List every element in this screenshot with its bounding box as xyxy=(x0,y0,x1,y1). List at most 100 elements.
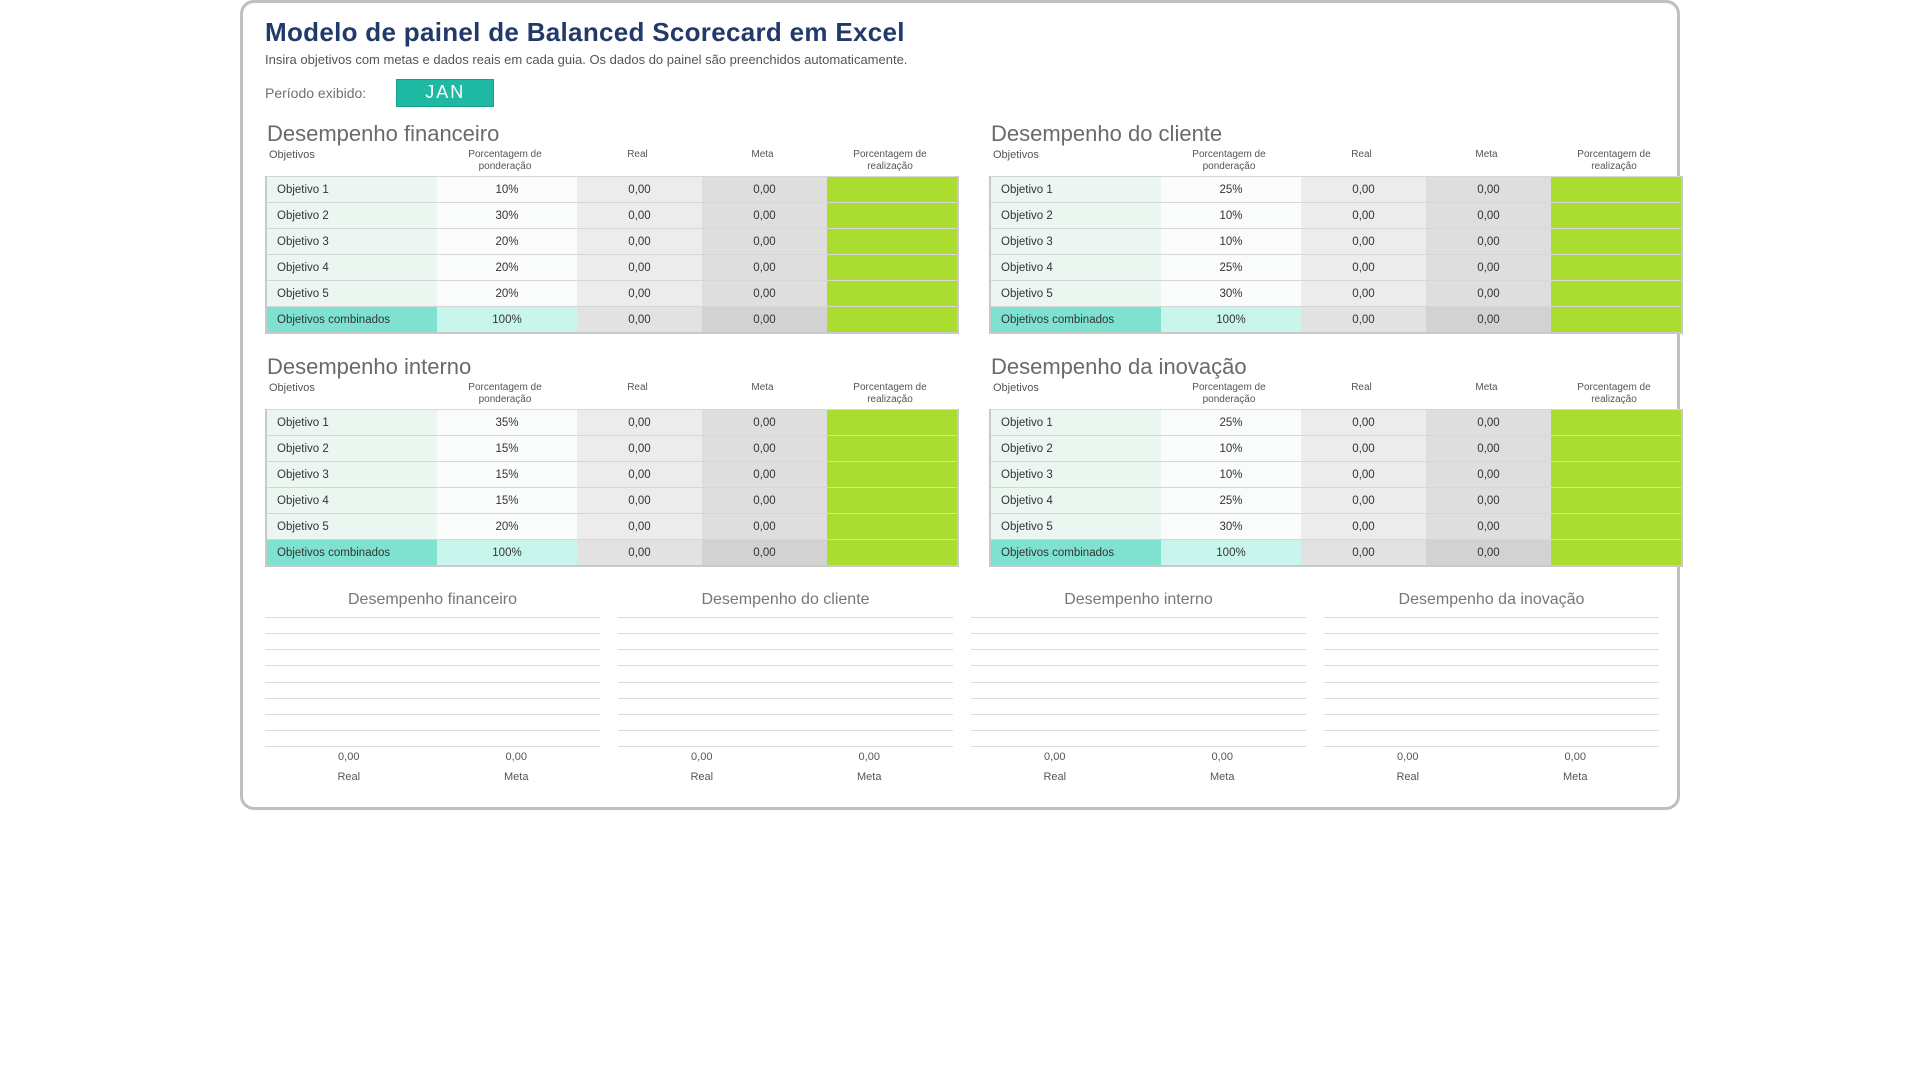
cell-meta[interactable]: 0,00 xyxy=(1426,280,1551,306)
cell-real[interactable]: 0,00 xyxy=(1301,435,1426,461)
cell-ponderacao[interactable]: 15% xyxy=(437,487,577,513)
col-objetivos: Objetivos xyxy=(265,147,435,174)
dashboard-page: Modelo de painel de Balanced Scorecard e… xyxy=(240,0,1680,810)
cell-real[interactable]: 0,00 xyxy=(1301,202,1426,228)
cell-meta[interactable]: 0,00 xyxy=(702,254,827,280)
cell-objetivo[interactable]: Objetivo 1 xyxy=(991,176,1161,202)
cell-objetivo[interactable]: Objetivo 4 xyxy=(991,487,1161,513)
col-realizacao: Porcentagem de realização xyxy=(1549,147,1679,174)
cell-real[interactable]: 0,00 xyxy=(1301,228,1426,254)
cell-meta[interactable]: 0,00 xyxy=(1426,254,1551,280)
cell-ponderacao[interactable]: 25% xyxy=(1161,176,1301,202)
cell-meta[interactable]: 0,00 xyxy=(1426,487,1551,513)
cell-objetivo[interactable]: Objetivo 1 xyxy=(991,409,1161,435)
cell-ponderacao[interactable]: 25% xyxy=(1161,409,1301,435)
chart: Desempenho financeiro0,000,00RealMeta xyxy=(265,587,600,783)
cell-objetivo[interactable]: Objetivo 5 xyxy=(267,280,437,306)
cell-real[interactable]: 0,00 xyxy=(577,202,702,228)
cell-real[interactable]: 0,00 xyxy=(1301,176,1426,202)
cell-objetivo[interactable]: Objetivo 4 xyxy=(991,254,1161,280)
cell-real[interactable]: 0,00 xyxy=(577,409,702,435)
cell-meta[interactable]: 0,00 xyxy=(1426,228,1551,254)
cell-ponderacao[interactable]: 10% xyxy=(437,176,577,202)
cell-meta[interactable]: 0,00 xyxy=(702,202,827,228)
cell-ponderacao[interactable]: 20% xyxy=(437,254,577,280)
cell-real[interactable]: 0,00 xyxy=(1301,280,1426,306)
cell-real[interactable]: 0,00 xyxy=(1301,409,1426,435)
chart-grid-line xyxy=(618,633,953,634)
cell-objetivo[interactable]: Objetivo 4 xyxy=(267,487,437,513)
col-ponderacao: Porcentagem de ponderação xyxy=(1159,147,1299,174)
cell-real[interactable]: 0,00 xyxy=(577,228,702,254)
col-objetivos: Objetivos xyxy=(989,380,1159,407)
cell-meta[interactable]: 0,00 xyxy=(1426,513,1551,539)
cell-real[interactable]: 0,00 xyxy=(577,254,702,280)
cell-objetivo[interactable]: Objetivo 2 xyxy=(267,435,437,461)
chart-title: Desempenho do cliente xyxy=(618,587,953,617)
cell-meta[interactable]: 0,00 xyxy=(1426,435,1551,461)
cell-real[interactable]: 0,00 xyxy=(577,513,702,539)
cell-meta[interactable]: 0,00 xyxy=(702,176,827,202)
cell-objetivo[interactable]: Objetivo 2 xyxy=(267,202,437,228)
chart-grid-line xyxy=(265,698,600,699)
cell-objetivo[interactable]: Objetivo 4 xyxy=(267,254,437,280)
cell-ponderacao[interactable]: 10% xyxy=(1161,228,1301,254)
cell-real-total: 0,00 xyxy=(1301,539,1426,565)
cell-ponderacao[interactable]: 30% xyxy=(1161,513,1301,539)
cell-real[interactable]: 0,00 xyxy=(577,461,702,487)
table-row: Objetivo 530%0,000,00 xyxy=(991,513,1681,539)
cell-meta[interactable]: 0,00 xyxy=(1426,409,1551,435)
cell-meta[interactable]: 0,00 xyxy=(1426,176,1551,202)
cell-objetivo[interactable]: Objetivo 3 xyxy=(267,228,437,254)
cell-objetivo[interactable]: Objetivo 5 xyxy=(267,513,437,539)
cell-meta[interactable]: 0,00 xyxy=(702,409,827,435)
cell-ponderacao[interactable]: 10% xyxy=(1161,202,1301,228)
cell-ponderacao[interactable]: 25% xyxy=(1161,487,1301,513)
period-selector[interactable]: JAN xyxy=(396,79,494,107)
cell-objetivo[interactable]: Objetivo 2 xyxy=(991,435,1161,461)
cell-ponderacao[interactable]: 10% xyxy=(1161,435,1301,461)
cell-meta[interactable]: 0,00 xyxy=(702,513,827,539)
cell-meta[interactable]: 0,00 xyxy=(1426,202,1551,228)
cell-objetivo[interactable]: Objetivo 1 xyxy=(267,176,437,202)
cell-objetivo[interactable]: Objetivo 5 xyxy=(991,280,1161,306)
cell-meta[interactable]: 0,00 xyxy=(702,280,827,306)
cell-meta[interactable]: 0,00 xyxy=(702,461,827,487)
table-row: Objetivo 230%0,000,00 xyxy=(267,202,957,228)
cell-ponderacao[interactable]: 30% xyxy=(1161,280,1301,306)
col-real: Real xyxy=(1299,147,1424,174)
cell-meta[interactable]: 0,00 xyxy=(1426,461,1551,487)
cell-real[interactable]: 0,00 xyxy=(577,487,702,513)
cell-objetivo[interactable]: Objetivo 1 xyxy=(267,409,437,435)
cell-ponderacao[interactable]: 20% xyxy=(437,513,577,539)
cell-meta[interactable]: 0,00 xyxy=(702,487,827,513)
cell-real[interactable]: 0,00 xyxy=(577,176,702,202)
table-row: Objetivo 310%0,000,00 xyxy=(991,228,1681,254)
cell-ponderacao[interactable]: 15% xyxy=(437,461,577,487)
cell-objetivo[interactable]: Objetivo 2 xyxy=(991,202,1161,228)
cell-meta[interactable]: 0,00 xyxy=(702,435,827,461)
cell-objetivo[interactable]: Objetivo 3 xyxy=(991,228,1161,254)
cell-real[interactable]: 0,00 xyxy=(577,435,702,461)
cell-objetivo[interactable]: Objetivo 5 xyxy=(991,513,1161,539)
cell-real[interactable]: 0,00 xyxy=(1301,461,1426,487)
chart-grid-line xyxy=(1324,714,1659,715)
cell-ponderacao[interactable]: 30% xyxy=(437,202,577,228)
cell-real[interactable]: 0,00 xyxy=(1301,254,1426,280)
cell-real[interactable]: 0,00 xyxy=(1301,513,1426,539)
cell-real-total: 0,00 xyxy=(577,306,702,332)
cell-ponderacao[interactable]: 25% xyxy=(1161,254,1301,280)
cell-ponderacao[interactable]: 20% xyxy=(437,280,577,306)
cell-ponderacao[interactable]: 15% xyxy=(437,435,577,461)
cell-meta[interactable]: 0,00 xyxy=(702,228,827,254)
chart-axis-meta: Meta xyxy=(1139,771,1307,783)
chart-grid-line xyxy=(265,633,600,634)
cell-ponderacao[interactable]: 10% xyxy=(1161,461,1301,487)
cell-objetivo[interactable]: Objetivo 3 xyxy=(991,461,1161,487)
cell-ponderacao[interactable]: 20% xyxy=(437,228,577,254)
cell-objetivo[interactable]: Objetivo 3 xyxy=(267,461,437,487)
cell-real[interactable]: 0,00 xyxy=(577,280,702,306)
cell-real[interactable]: 0,00 xyxy=(1301,487,1426,513)
cell-ponderacao[interactable]: 35% xyxy=(437,409,577,435)
chart-axis-labels: RealMeta xyxy=(265,771,600,783)
